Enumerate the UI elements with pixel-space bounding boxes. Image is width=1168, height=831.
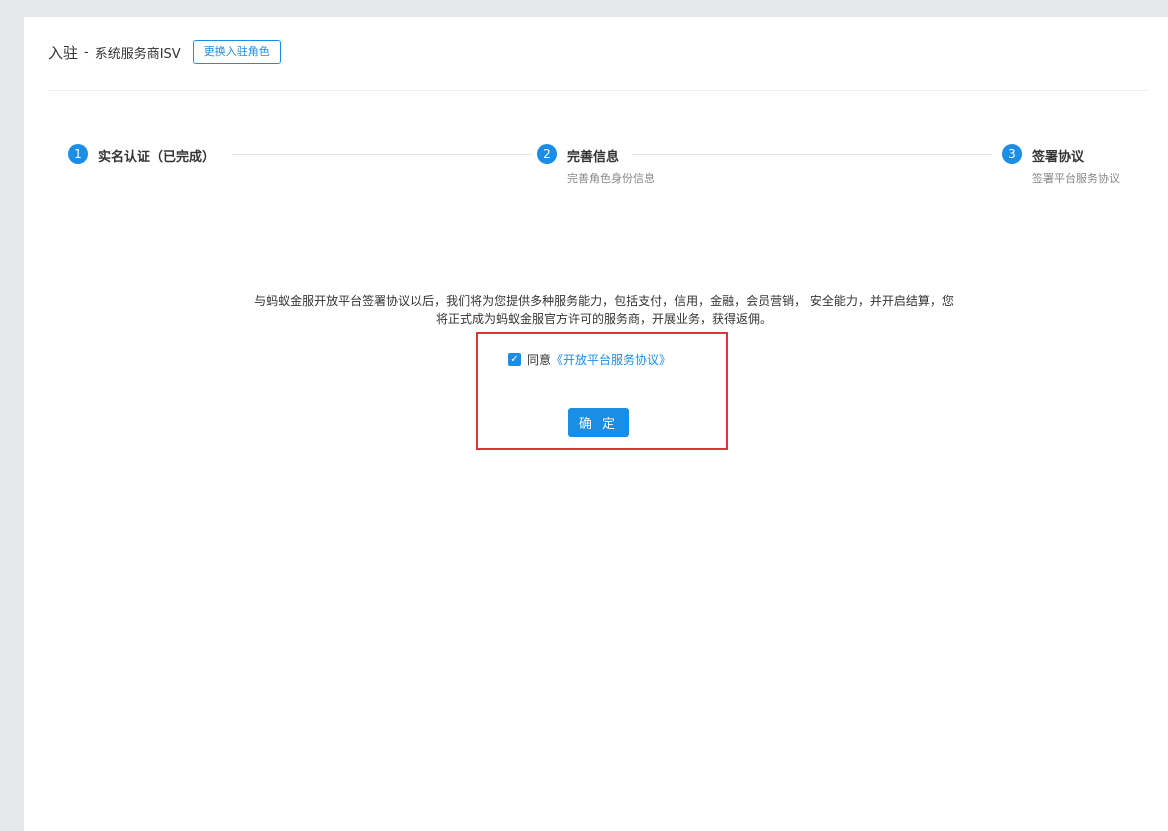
intro-text: 与蚂蚁金服开放平台签署协议以后，我们将为您提供多种服务能力，包括支付，信用，金融…	[254, 294, 954, 326]
step-2-title: 完善信息	[567, 150, 620, 165]
main-panel: 入驻 - 系统服务商ISV 更换入驻角色 1 实名认证（已完成） 2 完善信息 …	[24, 17, 1168, 831]
step-connector-1	[232, 154, 532, 155]
step-3-description: 签署平台服务协议	[1032, 172, 1120, 185]
progress-steps: 1 实名认证（已完成） 2 完善信息 完善角色身份信息 3 签署协议 签署平台服…	[24, 17, 1168, 217]
step-2-description: 完善角色身份信息	[567, 172, 655, 185]
confirm-button[interactable]: 确 定	[568, 408, 629, 437]
agreement-row: ✓ 同意 《开放平台服务协议》	[508, 351, 671, 368]
agreement-link[interactable]: 《开放平台服务协议》	[551, 351, 671, 368]
step-3-number-icon: 3	[1002, 144, 1022, 164]
step-connector-2	[632, 154, 992, 155]
agree-checkbox[interactable]: ✓	[508, 353, 521, 366]
step-1-number-icon: 1	[68, 144, 88, 164]
step-1-title: 实名认证（已完成）	[98, 150, 216, 165]
agree-label: 同意	[527, 353, 552, 367]
step-2-number-icon: 2	[537, 144, 557, 164]
step-3-title: 签署协议	[1032, 150, 1085, 165]
